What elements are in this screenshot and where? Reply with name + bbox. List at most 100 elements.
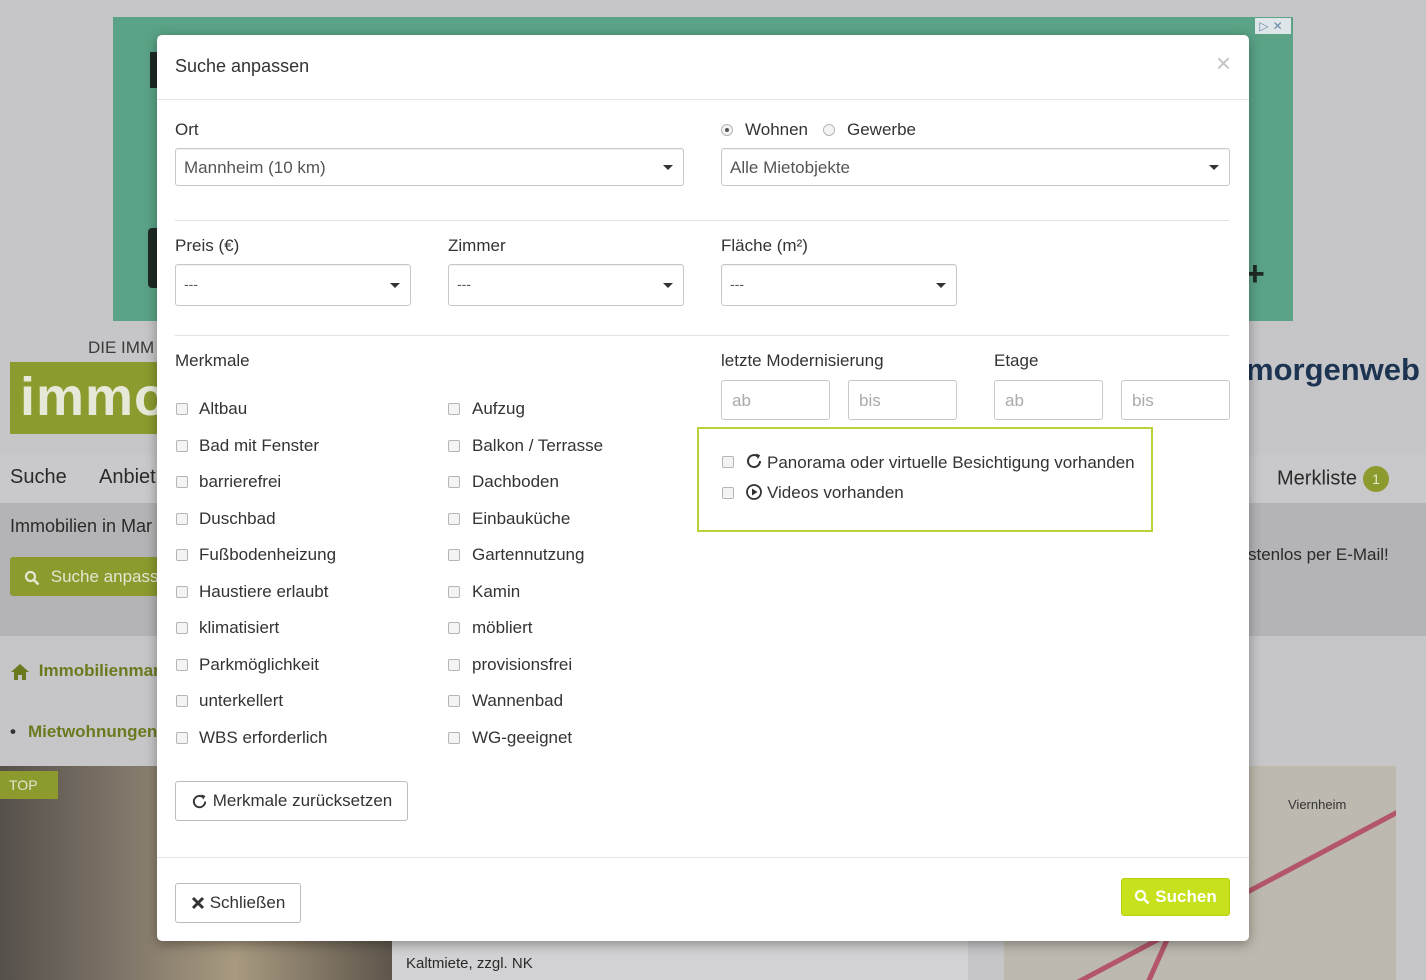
checkbox-provisionsfrei[interactable] xyxy=(448,659,460,671)
checkbox-wannenbad[interactable] xyxy=(448,695,460,707)
checkbox-moebliert[interactable] xyxy=(448,622,460,634)
checkbox-haustiere-erlaubt[interactable] xyxy=(176,586,188,598)
checkbox-label[interactable]: Fußbodenheizung xyxy=(199,545,336,565)
checkbox-label[interactable]: WBS erforderlich xyxy=(199,728,327,748)
checkbox-videos[interactable] xyxy=(722,487,734,499)
close-button[interactable]: Schließen xyxy=(175,883,301,923)
checkbox-label[interactable]: klimatisiert xyxy=(199,618,279,638)
modal-title: Suche anpassen xyxy=(175,56,310,76)
modernization-to-input[interactable]: bis xyxy=(848,380,957,420)
checkbox-gartennutzung[interactable] xyxy=(448,549,460,561)
adjust-search-button[interactable]: Suche anpass xyxy=(10,557,170,596)
rooms-value: --- xyxy=(457,276,471,292)
checkbox-panorama[interactable] xyxy=(722,456,734,468)
checkbox-label[interactable]: Balkon / Terrasse xyxy=(472,436,603,456)
checkbox-label[interactable]: Kamin xyxy=(472,582,520,602)
checkbox-label[interactable]: provisionsfrei xyxy=(472,655,572,675)
checkbox-label[interactable]: Videos vorhanden xyxy=(767,483,904,503)
checkbox-klimatisiert[interactable] xyxy=(176,622,188,634)
floor-to-input[interactable]: bis xyxy=(1121,380,1230,420)
close-icon[interactable]: × xyxy=(1216,50,1231,76)
area-select[interactable]: --- xyxy=(721,264,957,306)
category-link[interactable]: • Mietwohnungen xyxy=(10,722,157,742)
email-alert-text[interactable]: stenlos per E-Mail! xyxy=(1248,545,1389,565)
modernization-label: letzte Modernisierung xyxy=(721,351,884,370)
location-label: Ort xyxy=(175,120,199,139)
nav-item-search[interactable]: Suche xyxy=(10,466,67,489)
floor-label: Etage xyxy=(994,351,1039,370)
adjust-search-modal: Suche anpassen × Ort Mannheim (10 km) Wo… xyxy=(157,35,1249,941)
price-label: Preis (€) xyxy=(175,236,240,255)
modal-footer-divider xyxy=(157,857,1249,858)
watchlist-count-badge: 1 xyxy=(1363,466,1390,492)
checkbox-label[interactable]: Panorama oder virtuelle Besichtigung vor… xyxy=(767,453,1135,473)
divider xyxy=(175,220,1229,221)
checkbox-label[interactable]: Dachboden xyxy=(472,472,559,492)
floor-from-input[interactable]: ab xyxy=(994,380,1103,420)
checkbox-parkmoeglichkeit[interactable] xyxy=(176,659,188,671)
checkbox-duschbad[interactable] xyxy=(176,513,188,525)
chevron-down-icon xyxy=(663,283,673,288)
nav-item-watchlist[interactable]: Merkliste 1 xyxy=(1277,466,1390,492)
listing-price-note: Kaltmiete, zzgl. NK xyxy=(406,955,533,972)
features-label: Merkmale xyxy=(175,351,250,370)
category-link-label: Mietwohnungen xyxy=(27,722,158,741)
rooms-select[interactable]: --- xyxy=(448,264,684,306)
checkbox-bad-mit-fenster[interactable] xyxy=(176,440,188,452)
checkbox-label[interactable]: barrierefrei xyxy=(199,472,281,492)
ad-controls[interactable]: ▷✕ xyxy=(1255,18,1291,34)
checkbox-altbau[interactable] xyxy=(176,403,188,415)
checkbox-label[interactable]: Altbau xyxy=(199,399,247,419)
checkbox-balkon-terrasse[interactable] xyxy=(448,440,460,452)
price-value: --- xyxy=(184,276,198,292)
checkbox-label[interactable]: Einbauküche xyxy=(472,509,570,529)
radio-gewerbe[interactable] xyxy=(823,124,835,136)
search-button[interactable]: Suchen xyxy=(1121,878,1230,916)
checkbox-barrierefrei[interactable] xyxy=(176,476,188,488)
checkbox-label[interactable]: Bad mit Fenster xyxy=(199,436,319,456)
checkbox-dachboden[interactable] xyxy=(448,476,460,488)
price-select[interactable]: --- xyxy=(175,264,411,306)
checkbox-aufzug[interactable] xyxy=(448,403,460,415)
brand-logo[interactable]: morgenweb xyxy=(1246,352,1420,388)
radio-wohnen[interactable] xyxy=(721,124,733,136)
area-label: Fläche (m²) xyxy=(721,236,808,255)
breadcrumb-label: Immobilienmar xyxy=(38,661,160,680)
location-select[interactable]: Mannheim (10 km) xyxy=(175,148,684,186)
checkbox-fussbodenheizung[interactable] xyxy=(176,549,188,561)
checkbox-label[interactable]: Aufzug xyxy=(472,399,525,419)
location-value: Mannheim (10 km) xyxy=(184,158,326,177)
play-circle-icon xyxy=(746,484,762,500)
checkbox-label[interactable]: unterkellert xyxy=(199,691,283,711)
checkbox-label[interactable]: möbliert xyxy=(472,618,532,638)
checkbox-wg-geeignet[interactable] xyxy=(448,732,460,744)
checkbox-einbaukueche[interactable] xyxy=(448,513,460,525)
radio-wohnen-label[interactable]: Wohnen xyxy=(745,120,808,140)
checkbox-label[interactable]: Duschbad xyxy=(199,509,276,529)
chevron-down-icon xyxy=(1209,165,1219,170)
checkbox-label[interactable]: Gartennutzung xyxy=(472,545,584,565)
reset-features-button[interactable]: Merkmale zurücksetzen xyxy=(175,781,408,821)
checkbox-kamin[interactable] xyxy=(448,586,460,598)
reset-features-label: Merkmale zurücksetzen xyxy=(212,791,393,810)
media-options-box xyxy=(697,427,1153,532)
checkbox-wbs-erforderlich[interactable] xyxy=(176,732,188,744)
refresh-icon xyxy=(747,453,762,469)
nav-item-offer[interactable]: Anbiet xyxy=(99,466,156,489)
checkbox-unterkellert[interactable] xyxy=(176,695,188,707)
site-logo[interactable]: immo xyxy=(10,362,170,434)
property-type-select[interactable]: Alle Mietobjekte xyxy=(721,148,1230,186)
bullet: • xyxy=(10,722,16,741)
area-value: --- xyxy=(730,276,744,292)
close-icon xyxy=(191,896,204,910)
search-icon xyxy=(24,570,40,585)
modernization-from-input[interactable]: ab xyxy=(721,380,830,420)
checkbox-label[interactable]: Wannenbad xyxy=(472,691,563,711)
top-listing-tag: TOP xyxy=(0,771,58,799)
radio-gewerbe-label[interactable]: Gewerbe xyxy=(847,120,916,140)
checkbox-label[interactable]: Parkmöglichkeit xyxy=(199,655,319,675)
checkbox-label[interactable]: WG-geeignet xyxy=(472,728,572,748)
chevron-down-icon xyxy=(663,165,673,170)
breadcrumb[interactable]: Immobilienmar xyxy=(10,661,160,681)
checkbox-label[interactable]: Haustiere erlaubt xyxy=(199,582,328,602)
